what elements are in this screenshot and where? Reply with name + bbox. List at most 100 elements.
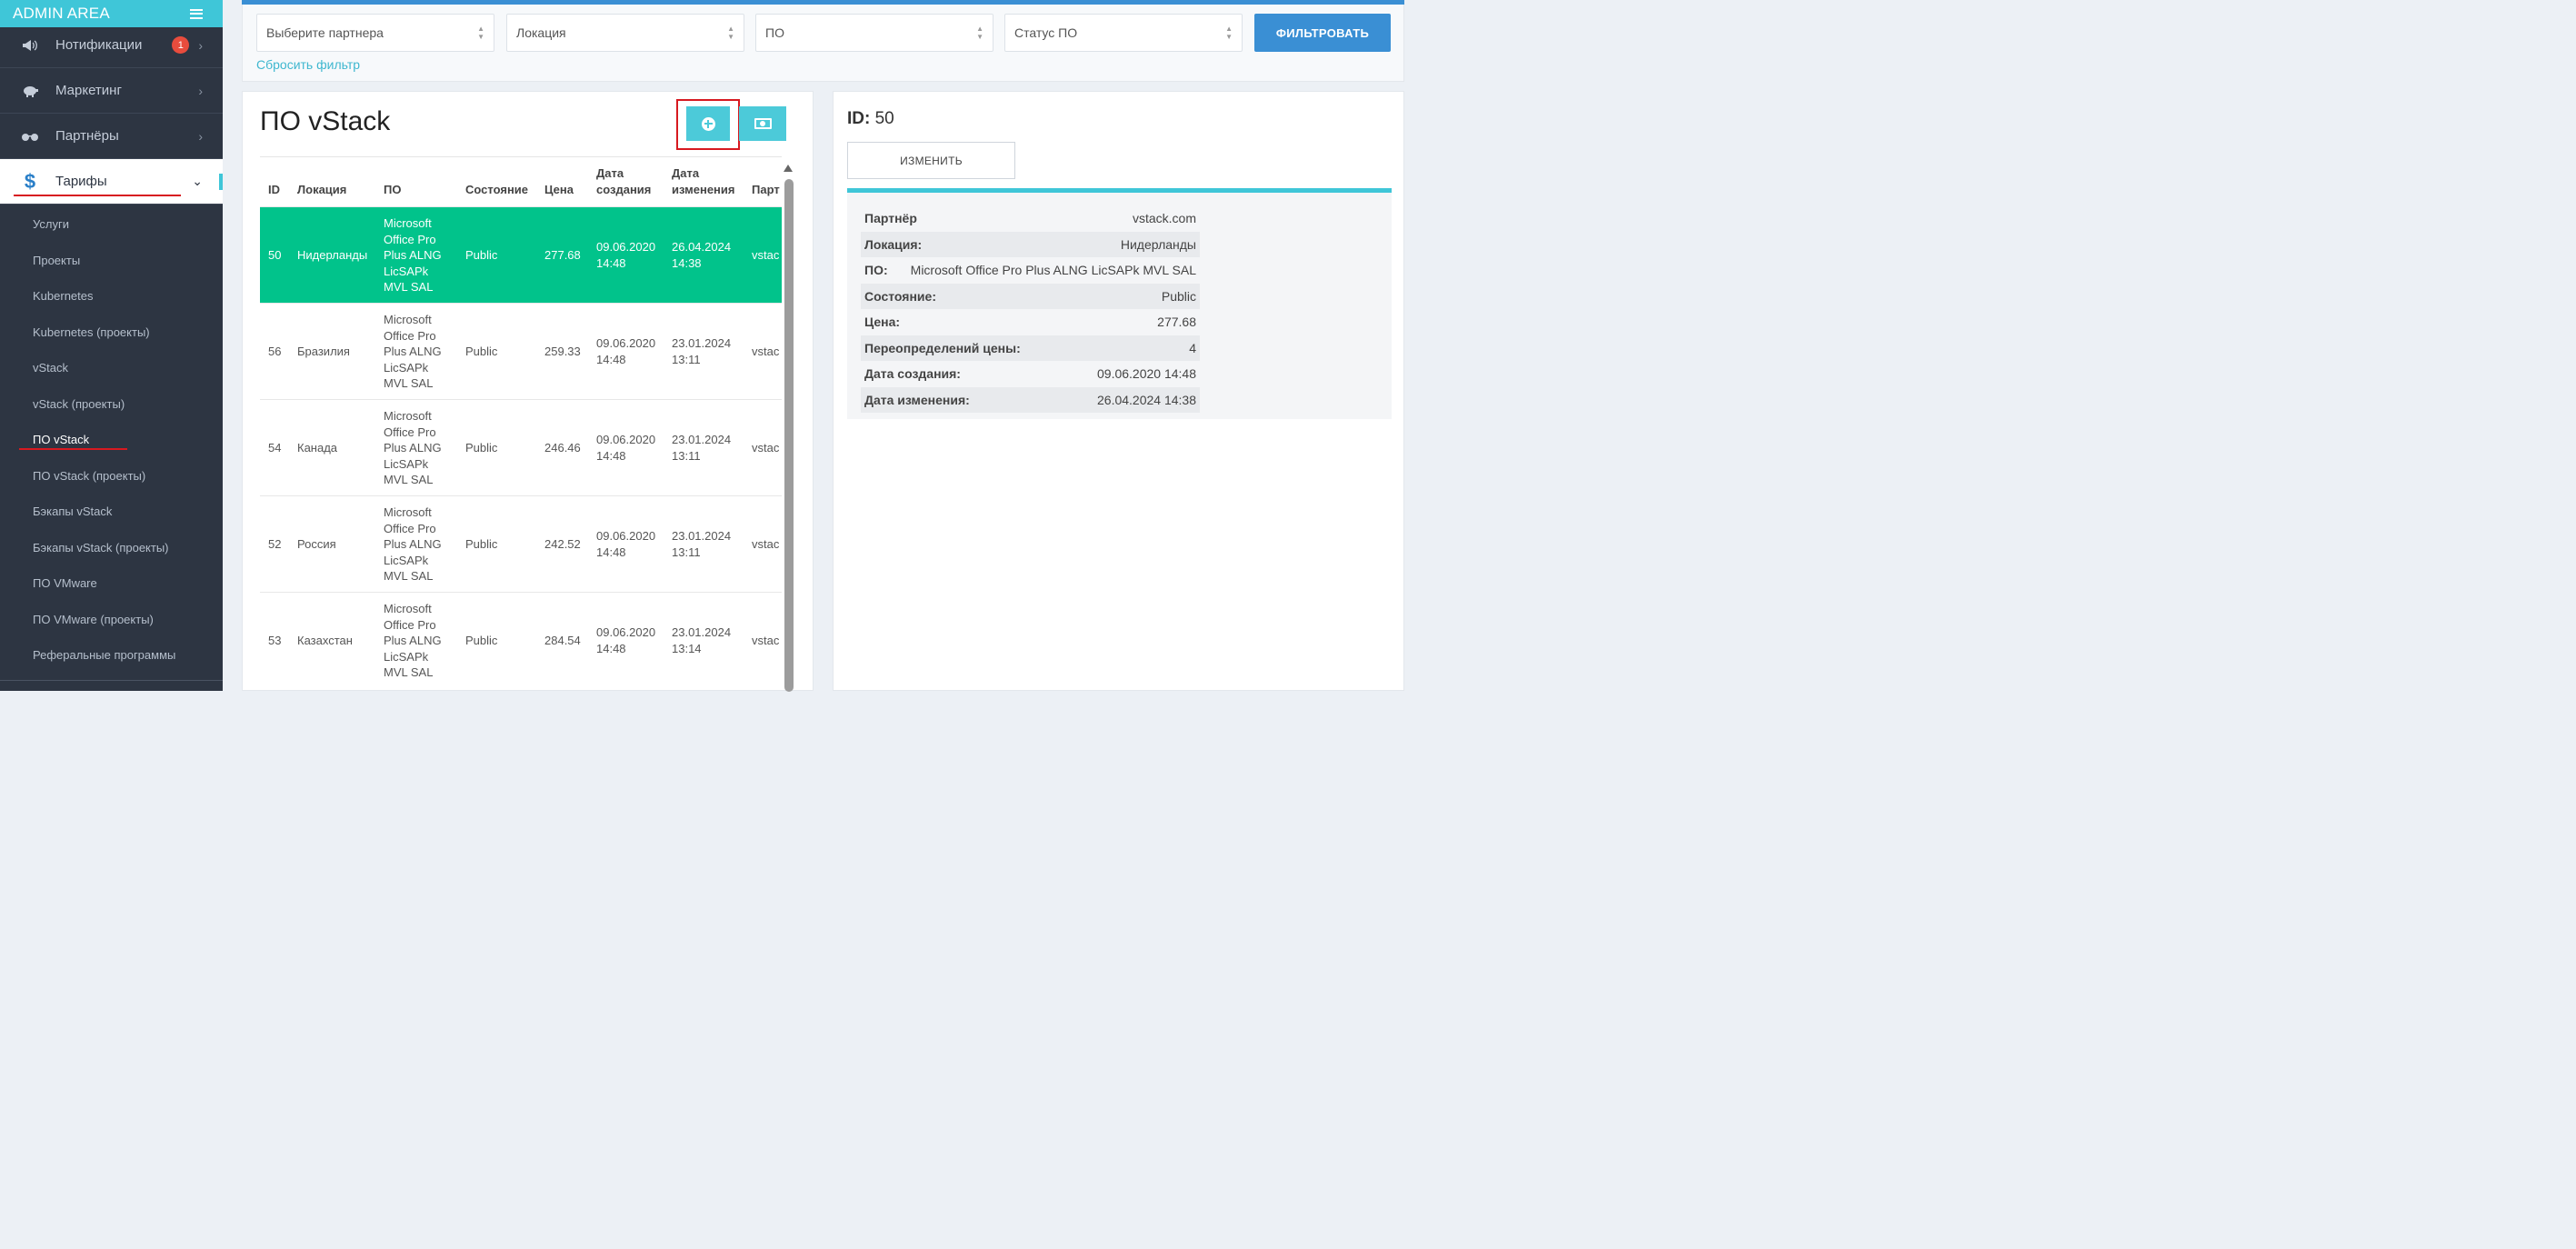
chevron-down-icon: ⌄ (192, 174, 203, 188)
glasses-icon (20, 132, 40, 141)
table-header: ID Локация ПО Состояние Цена Дата создан… (260, 156, 782, 206)
cell-id: 50 (268, 248, 282, 262)
detail-row-location: Локация: Нидерланды (861, 231, 1200, 257)
detail-id: ID: 50 (847, 109, 894, 129)
submenu-item-vmware-software-projects[interactable]: ПО VMware (проекты) (33, 611, 154, 629)
status-select[interactable]: Статус ПО ▲ ▼ (1004, 14, 1243, 52)
reset-filter-link[interactable]: Сбросить фильтр (256, 57, 360, 72)
partner-select[interactable]: Выберите партнера ▲ ▼ (256, 14, 494, 52)
detail-value: 26.04.2024 14:38 (1097, 392, 1196, 407)
detail-key: Партнёр (864, 211, 917, 226)
sidebar-item-marketing[interactable]: Маркетинг › (0, 68, 223, 114)
column-header-id[interactable]: ID (268, 182, 280, 198)
cell-id: 54 (268, 441, 282, 455)
submenu-item-vstack-backups-projects[interactable]: Бэкапы vStack (проекты) (33, 539, 169, 557)
cell-partner: vstac (752, 345, 780, 358)
active-marker (219, 174, 223, 190)
column-header-partner[interactable]: Парт (752, 182, 780, 198)
cell-location: Бразилия (297, 345, 350, 358)
table-row[interactable]: 50 Нидерланды Microsoft Office Pro Plus … (260, 206, 782, 303)
annotation-highlight-box (676, 99, 740, 150)
cell-created: 09.06.2020 14:48 (596, 336, 656, 366)
cell-partner: vstac (752, 537, 780, 551)
sidebar-item-tariffs[interactable]: $ Тарифы ⌄ (0, 159, 223, 205)
table-row[interactable]: 56 Бразилия Microsoft Office Pro Plus AL… (260, 303, 782, 399)
submenu-item-kubernetes[interactable]: Kubernetes (33, 287, 94, 305)
submenu-item-kubernetes-projects[interactable]: Kubernetes (проекты) (33, 324, 150, 342)
table-row[interactable]: 54 Канада Microsoft Office Pro Plus ALNG… (260, 399, 782, 495)
scroll-up-arrow-icon[interactable] (784, 165, 793, 172)
piggy-bank-icon (20, 85, 40, 97)
filter-button[interactable]: ФИЛЬТРОВАТЬ (1254, 14, 1391, 52)
dollar-icon: $ (24, 169, 36, 193)
cell-created: 09.06.2020 14:48 (596, 240, 656, 270)
detail-value: 09.06.2020 14:48 (1097, 366, 1196, 382)
hamburger-menu-icon[interactable] (190, 8, 203, 19)
detail-value: Public (1161, 288, 1196, 304)
cell-software: Microsoft Office Pro Plus ALNG LicSAPk M… (384, 216, 442, 294)
detail-row-price-overrides: Переопределений цены: 4 (861, 335, 1200, 361)
location-select[interactable]: Локация ▲ ▼ (506, 14, 744, 52)
sidebar-item-partners[interactable]: Партнёры › (0, 114, 223, 159)
table-row[interactable]: 52 Россия Microsoft Office Pro Plus ALNG… (260, 495, 782, 592)
chevron-right-icon: › (198, 37, 203, 53)
cell-state: Public (465, 248, 498, 262)
cell-price: 242.52 (544, 537, 581, 551)
detail-key: Дата создания: (864, 366, 961, 382)
column-header-location[interactable]: Локация (297, 182, 346, 198)
submenu-item-services[interactable]: Услуги (33, 215, 69, 234)
partner-select-value: Выберите партнера (266, 25, 384, 40)
detail-key: Локация: (864, 236, 923, 252)
detail-card: Партнёр vstack.com Локация: Нидерланды П… (847, 188, 1392, 419)
submenu-item-projects[interactable]: Проекты (33, 252, 80, 270)
sidebar-item-label: Тарифы (55, 174, 107, 189)
chevron-right-icon: › (198, 83, 203, 98)
cell-created: 09.06.2020 14:48 (596, 433, 656, 463)
submenu-item-vstack-software[interactable]: ПО vStack (33, 431, 89, 449)
pricing-button[interactable] (739, 106, 786, 141)
detail-value: 4 (1189, 340, 1196, 355)
column-header-created[interactable]: Дата создания (596, 165, 651, 198)
detail-fields: Партнёр vstack.com Локация: Нидерланды П… (861, 205, 1200, 413)
megaphone-icon (20, 39, 40, 52)
cell-software: Microsoft Office Pro Plus ALNG LicSAPk M… (384, 602, 442, 679)
brand-title: ADMIN AREA (13, 5, 110, 22)
sidebar: ADMIN AREA Нотификации 1 › Маркетинг › П… (0, 0, 223, 691)
detail-panel: ID: 50 ИЗМЕНИТЬ Партнёр vstack.com Локац… (833, 91, 1404, 691)
detail-row-price: Цена: 277.68 (861, 309, 1200, 335)
detail-value: Нидерланды (1120, 236, 1196, 252)
sidebar-item-notifications[interactable]: Нотификации 1 › (0, 23, 223, 68)
edit-button[interactable]: ИЗМЕНИТЬ (847, 142, 1015, 179)
column-header-software[interactable]: ПО (384, 182, 401, 198)
table-scrollbar[interactable] (784, 179, 794, 692)
column-header-price[interactable]: Цена (544, 182, 574, 198)
submenu-item-vstack-projects[interactable]: vStack (проекты) (33, 395, 125, 414)
money-bill-icon (754, 118, 772, 129)
submenu-item-vmware-software[interactable]: ПО VMware (33, 575, 97, 593)
cell-software: Microsoft Office Pro Plus ALNG LicSAPk M… (384, 409, 442, 486)
cell-software: Microsoft Office Pro Plus ALNG LicSAPk M… (384, 505, 442, 583)
status-select-value: Статус ПО (1014, 25, 1078, 40)
software-select[interactable]: ПО ▲ ▼ (755, 14, 993, 52)
cell-state: Public (465, 634, 498, 647)
sidebar-item-label: Нотификации (55, 37, 143, 53)
sidebar-item-label: Маркетинг (55, 83, 122, 98)
cell-changed: 23.01.2024 13:11 (672, 336, 732, 366)
detail-key: ПО: (864, 263, 888, 278)
submenu-item-vstack-software-projects[interactable]: ПО vStack (проекты) (33, 467, 145, 485)
submenu: Услуги Проекты Kubernetes Kubernetes (пр… (0, 205, 223, 680)
cell-location: Канада (297, 441, 338, 455)
submenu-item-vstack-backups[interactable]: Бэкапы vStack (33, 503, 112, 521)
cell-id: 56 (268, 345, 282, 358)
cell-changed: 23.01.2024 13:11 (672, 433, 732, 463)
table-row[interactable]: 53 Казахстан Microsoft Office Pro Plus A… (260, 592, 782, 688)
submenu-item-referral-programs[interactable]: Реферальные программы (33, 646, 175, 664)
column-header-state[interactable]: Состояние (465, 182, 528, 198)
sidebar-item-label: Партнёры (55, 128, 119, 144)
page-title: ПО vStack (260, 106, 391, 136)
cell-location: Нидерланды (297, 248, 368, 262)
submenu-item-vstack[interactable]: vStack (33, 359, 68, 377)
column-header-changed[interactable]: Дата изменения (672, 165, 735, 198)
cell-state: Public (465, 537, 498, 551)
cell-software: Microsoft Office Pro Plus ALNG LicSAPk M… (384, 313, 442, 390)
